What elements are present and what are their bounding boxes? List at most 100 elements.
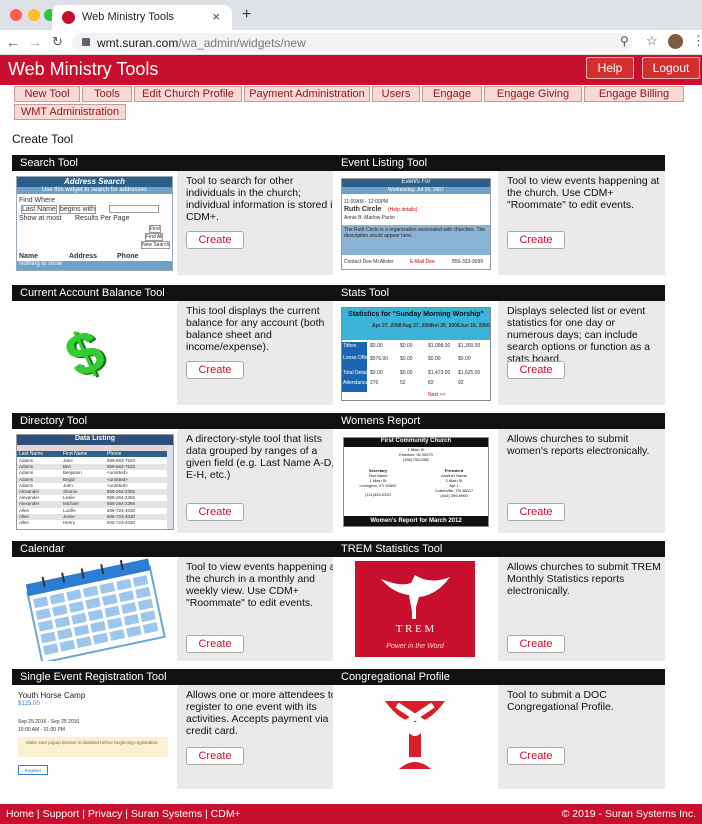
- preview-text: Nothing to show: [17, 261, 172, 270]
- tool-card-womens-report: Womens Report First Community Church 1 M…: [333, 413, 665, 533]
- preview-text: Lexington, KY 40502: [359, 483, 397, 488]
- preview-text: $576.00: [370, 356, 389, 362]
- preview-text: Wednesday, Jul 18, 2007: [342, 187, 490, 194]
- create-congregational-profile-button[interactable]: Create: [507, 747, 565, 765]
- logout-button[interactable]: Logout: [642, 57, 700, 79]
- browser-tab[interactable]: Web Ministry Tools ×: [52, 5, 232, 30]
- reload-icon[interactable]: ↻: [52, 34, 63, 50]
- dove-icon: [381, 575, 450, 619]
- preview-text: 11:00AM - 12:00PM: [344, 199, 389, 205]
- create-womens-report-button[interactable]: Create: [507, 503, 565, 521]
- tab-payment-administration[interactable]: Payment Administration: [244, 86, 370, 102]
- chalice-logo-icon: [385, 701, 445, 769]
- stats-tool-preview: Statistics for "Sunday Morning Worship" …: [333, 301, 498, 405]
- preview-text: $0.00: [428, 356, 441, 362]
- preview-link: Next >>: [428, 392, 446, 398]
- event-listing-preview: Events For Wednesday, Jul 18, 2007 11:00…: [333, 171, 498, 275]
- tab-close-icon[interactable]: ×: [212, 9, 220, 24]
- forward-icon[interactable]: →: [28, 34, 42, 50]
- create-balance-tool-button[interactable]: Create: [186, 361, 244, 379]
- preview-cell: Jane: [63, 458, 73, 463]
- event-registration-preview: Youth Horse Camp $125.00 Sep 25 2016 - S…: [12, 685, 177, 789]
- card-title: Directory Tool: [12, 413, 344, 429]
- tool-card-trem: TREM Statistics Tool T R E M Power in th…: [333, 541, 665, 661]
- card-title: Stats Tool: [333, 285, 665, 301]
- tab-tools[interactable]: Tools: [82, 86, 132, 102]
- preview-title: First Community Church: [344, 438, 488, 447]
- create-trem-button[interactable]: Create: [507, 635, 565, 653]
- preview-title: Address Search: [17, 177, 172, 187]
- tool-card-calendar: Calendar Tool to view events happening a…: [12, 541, 344, 661]
- preview-cell: Benjamin: [63, 470, 82, 476]
- create-stats-tool-button[interactable]: Create: [507, 361, 565, 379]
- page-title: Create Tool: [12, 132, 74, 146]
- new-tab-icon[interactable]: +: [242, 6, 251, 24]
- card-description: Tool to view events happening at the chu…: [186, 561, 339, 609]
- preview-cell: Adams: [19, 482, 34, 488]
- favicon-icon: [62, 11, 75, 24]
- create-search-tool-button[interactable]: Create: [186, 231, 244, 249]
- browser-menu-icon[interactable]: ⋮: [692, 33, 702, 49]
- preview-cell: Adams: [19, 464, 34, 470]
- tab-edit-church-profile[interactable]: Edit Church Profile: [134, 86, 242, 102]
- close-window-icon[interactable]: [10, 9, 22, 21]
- bookmark-star-icon[interactable]: ☆: [646, 33, 658, 49]
- tab-wmt-administration[interactable]: WMT Administration: [14, 104, 126, 120]
- app-title: Web Ministry Tools: [8, 59, 159, 79]
- create-event-listing-button[interactable]: Create: [507, 231, 565, 249]
- back-icon[interactable]: ←: [6, 34, 20, 50]
- create-directory-tool-button[interactable]: Create: [186, 503, 244, 521]
- tab-engage-billing[interactable]: Engage Billing: [584, 86, 684, 102]
- profile-avatar-icon[interactable]: [668, 34, 683, 49]
- preview-cell: Ben: [63, 464, 72, 470]
- lock-icon: [82, 38, 90, 46]
- preview-text: $0.00: [400, 370, 413, 376]
- tab-new-tool[interactable]: New Tool: [14, 86, 80, 102]
- help-button[interactable]: Help: [586, 57, 634, 79]
- preview-cell: 859-663-7533: [107, 458, 136, 463]
- preview-cell: Adams: [19, 470, 34, 476]
- tab-engage[interactable]: Engage: [422, 86, 482, 102]
- card-title: Current Account Balance Tool: [12, 285, 344, 301]
- congregational-profile-preview: [333, 685, 498, 789]
- tool-nav: New Tool Tools Edit Church Profile Payme…: [12, 86, 702, 122]
- preview-text: Apr 27, 2008: [372, 323, 402, 329]
- create-event-registration-button[interactable]: Create: [186, 747, 244, 765]
- preview-text: Jun 25, 2006: [430, 323, 460, 329]
- preview-title: Events For: [342, 179, 490, 187]
- footer-links[interactable]: Home | Support | Privacy | Suran Systems…: [6, 808, 241, 820]
- tab-engage-giving[interactable]: Engage Giving: [484, 86, 582, 102]
- browser-tab-strip: Web Ministry Tools × +: [0, 0, 702, 30]
- preview-cell: Jesse: [63, 513, 75, 519]
- zoom-icon[interactable]: ⚲: [620, 34, 629, 48]
- preview-text: (111)333-0333: [365, 492, 391, 497]
- preview-cell: 859-264-2366: [107, 495, 136, 501]
- minimize-window-icon[interactable]: [28, 9, 40, 21]
- preview-cell: Alexander: [19, 488, 40, 494]
- preview-cell: Adams: [19, 476, 34, 482]
- preview-cell: 606-723-4030: [107, 513, 136, 519]
- preview-link: E-Mail Dee: [410, 259, 435, 265]
- card-title: Search Tool: [12, 155, 344, 171]
- preview-text: Show at most: [19, 215, 62, 222]
- preview-text: Aug 27, 2006: [402, 323, 433, 329]
- preview-link: (Help details): [388, 207, 418, 213]
- preview-row: Allen Henry 606-723-4030: [17, 519, 167, 527]
- dollar-sign-icon: $: [55, 316, 114, 391]
- tab-users[interactable]: Users: [372, 86, 420, 102]
- url-text: wmt.suran.com/wa_admin/widgets/new: [97, 36, 306, 50]
- card-description: A directory-style tool that lists data g…: [186, 433, 335, 481]
- preview-text: $0.00: [400, 356, 413, 362]
- card-description: Displays selected list or event statisti…: [507, 305, 651, 365]
- preview-text: Name: [19, 253, 39, 260]
- tool-card-event-listing: Event Listing Tool Events For Wednesday,…: [333, 155, 665, 275]
- address-bar[interactable]: wmt.suran.com/wa_admin/widgets/new: [72, 33, 632, 52]
- preview-text: Contact Dee McAlister: [344, 259, 394, 265]
- card-description: Tool to search for other individuals in …: [186, 175, 339, 223]
- preview-text: $125.00: [18, 701, 40, 707]
- preview-cell: <unlisted>: [107, 476, 128, 482]
- preview-text: Annie B. Marlow Parlor: [344, 215, 396, 221]
- create-calendar-button[interactable]: Create: [186, 635, 244, 653]
- trem-motto: Power in the Word: [386, 643, 444, 650]
- preview-notice: Make sure popup blocker is disabled befo…: [18, 737, 168, 757]
